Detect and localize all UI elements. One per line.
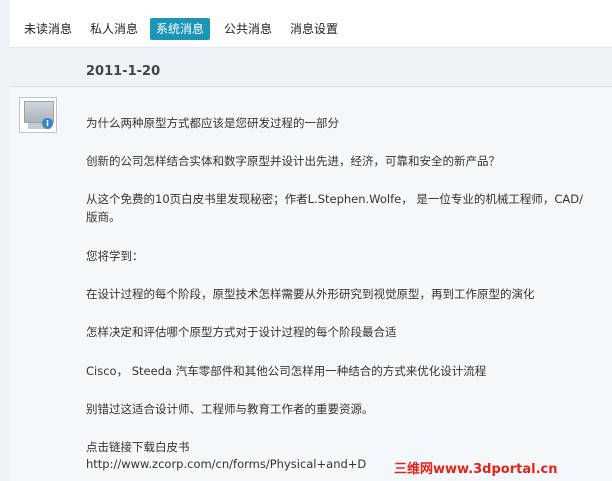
tab-private-messages[interactable]: 私人消息 [84, 18, 144, 40]
message-line: 为什么两种原型方式都应该是您研发过程的一部分 [86, 116, 339, 130]
watermark: 三维网www.3dportal.cn [394, 462, 558, 477]
message-line: 在设计过程的每个阶段，原型技术怎样需要从外形研究到视觉原型，再到工作原型的演化 [86, 287, 535, 301]
message-line: Cisco， Steeda 汽车零部件和其他公司怎样用一种结合的方式来优化设计流… [86, 364, 487, 378]
tab-message-settings[interactable]: 消息设置 [284, 18, 344, 40]
message-line: 您将学到： [86, 249, 144, 263]
message-line: 别错过这适合设计师、工程师与教育工作者的重要资源。 [86, 402, 374, 416]
message-line: 从这个免费的10页白皮书里发现秘密；作者L.Stephen.Wolfe， 是一位… [86, 192, 584, 206]
avatar[interactable]: i [19, 97, 57, 133]
message-date: 2011-1-20 [86, 64, 161, 79]
message-line: 点击链接下载白皮书 [86, 440, 190, 454]
info-icon: i [42, 118, 53, 129]
tab-system-messages[interactable]: 系统消息 [150, 18, 211, 40]
tab-unread-messages[interactable]: 未读消息 [18, 18, 78, 40]
message-body [10, 87, 612, 481]
tab-public-messages[interactable]: 公共消息 [218, 18, 278, 40]
message-tab-bar: 未读消息 私人消息 系统消息 公共消息 消息设置 [10, 0, 612, 48]
message-line: 怎样决定和评估哪个原型方式对于设计过程的每个阶段最合适 [86, 325, 397, 339]
message-line: 创新的公司怎样结合实体和数字原型并设计出先进，经济，可靠和安全的新产品？ [86, 154, 500, 168]
download-link[interactable]: http://www.zcorp.com/cn/forms/Physical+a… [86, 457, 366, 471]
message-line: 版商。 [86, 210, 121, 224]
